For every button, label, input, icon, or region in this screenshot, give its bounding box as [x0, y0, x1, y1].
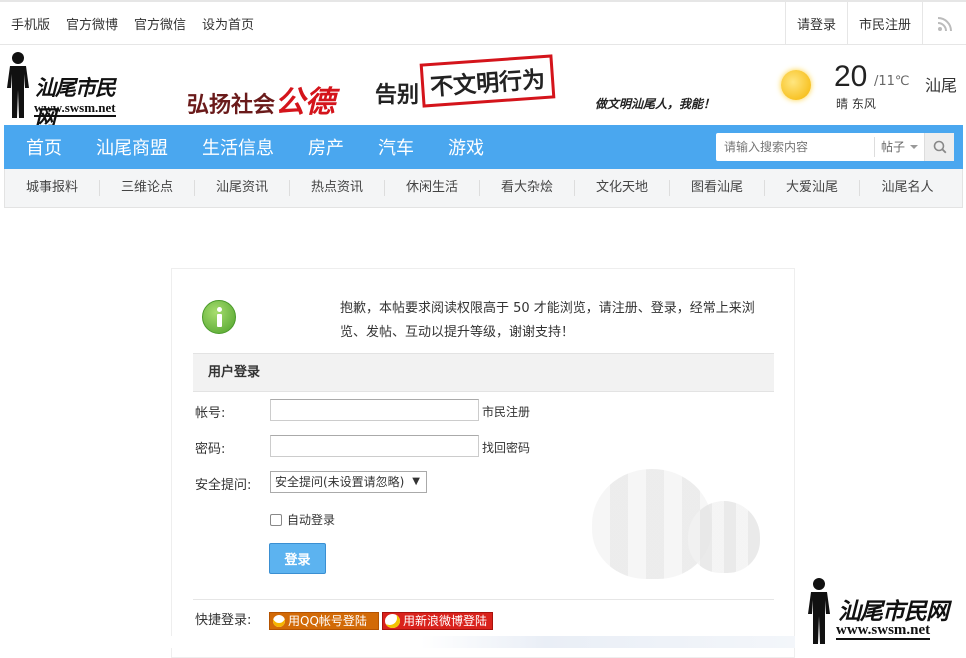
weibo-login-button[interactable]: 用新浪微博登陆	[382, 612, 493, 630]
watermark-text: 汕尾市民网	[838, 598, 949, 625]
subnav-item[interactable]: 三维论点	[100, 180, 195, 196]
auto-login-checkbox[interactable]	[270, 514, 282, 526]
info-icon	[202, 300, 236, 334]
top-bar: 手机版 官方微博 官方微信 设为首页 请登录 市民注册	[0, 0, 966, 45]
top-right: 请登录 市民注册	[784, 2, 966, 45]
banner-text-2: 告别	[375, 82, 420, 108]
watermark-url: www.swsm.net	[836, 622, 931, 640]
subnav-item[interactable]: 汕尾名人	[860, 180, 955, 196]
civility-banner: 弘扬社会公德 告别 不文明行为 做文明汕尾人，我能！	[185, 54, 745, 120]
nav-games[interactable]: 游戏	[448, 134, 484, 160]
weather-range: /11℃	[874, 74, 910, 89]
banner-slogan: 做文明汕尾人，我能！	[595, 97, 716, 111]
nav-life-info[interactable]: 生活信息	[202, 134, 274, 160]
watermark-logo: 汕尾市民网 www.swsm.net	[804, 576, 962, 644]
weather-temp: 20	[834, 60, 868, 93]
login-link[interactable]: 请登录	[784, 2, 847, 45]
dropdown-arrow-icon: ▼	[412, 476, 420, 487]
banner-stamp: 不文明行为	[419, 54, 556, 108]
quick-login-label: 快捷登录:	[195, 613, 252, 628]
set-homepage-link[interactable]: 设为首页	[202, 14, 254, 33]
header: 汕尾市民网 www.swsm.net 弘扬社会公德 告别 不文明行为 做文明汕尾…	[0, 45, 966, 130]
sub-nav: 城事报料 三维论点 汕尾资讯 热点资讯 休闲生活 看大杂烩 文化天地 图看汕尾 …	[4, 169, 963, 208]
footer-strip	[171, 636, 795, 648]
permission-panel: 抱歉，本帖要求阅读权限高于 50 才能浏览，请注册、登录，经常上来浏览、发帖、互…	[171, 268, 795, 658]
search-type-select[interactable]: 帖子	[874, 137, 924, 157]
search-input[interactable]	[716, 133, 874, 161]
qq-login-button[interactable]: 用QQ帐号登陆	[269, 612, 379, 630]
subnav-item[interactable]: 大爱汕尾	[765, 180, 860, 196]
man-figure-icon	[7, 52, 29, 118]
weibo-link[interactable]: 官方微博	[66, 14, 118, 33]
register-link[interactable]: 市民注册	[846, 2, 922, 45]
register-link[interactable]: 市民注册	[482, 403, 530, 420]
permission-message: 抱歉，本帖要求阅读权限高于 50 才能浏览，请注册、登录，经常上来浏览、发帖、互…	[340, 301, 755, 340]
weather-widget: 20 /11℃ 汕尾 晴 东风	[778, 57, 966, 117]
balloon-decoration	[688, 501, 760, 573]
search-box: 帖子	[716, 133, 954, 161]
password-input[interactable]	[270, 435, 479, 457]
site-logo[interactable]: 汕尾市民网 www.swsm.net	[3, 50, 133, 130]
nav-real-estate[interactable]: 房产	[308, 134, 344, 160]
subnav-item[interactable]: 热点资讯	[290, 180, 385, 196]
banner-text-1: 弘扬社会公德	[187, 85, 336, 120]
weather-city: 汕尾	[925, 76, 958, 95]
search-button[interactable]	[924, 133, 954, 161]
divider	[193, 599, 774, 600]
sun-icon	[781, 70, 811, 100]
search-icon	[933, 140, 946, 154]
account-label: 帐号:	[195, 406, 226, 421]
weather-desc: 晴 东风	[836, 97, 876, 111]
subnav-item[interactable]: 看大杂烩	[480, 180, 575, 196]
top-links: 手机版 官方微博 官方微信 设为首页	[11, 2, 270, 45]
nav-home[interactable]: 首页	[26, 134, 62, 160]
password-label: 密码:	[195, 442, 226, 457]
login-button[interactable]: 登录	[269, 543, 326, 574]
account-input[interactable]	[270, 399, 479, 421]
subnav-item[interactable]: 休闲生活	[385, 180, 480, 196]
man-figure-icon	[808, 578, 830, 644]
security-question-value: 安全提问(未设置请忽略)	[275, 475, 405, 489]
subnav-item[interactable]: 图看汕尾	[670, 180, 765, 196]
forgot-password-link[interactable]: 找回密码	[482, 439, 530, 456]
mobile-link[interactable]: 手机版	[11, 14, 50, 33]
subnav-item[interactable]: 汕尾资讯	[195, 180, 290, 196]
security-question-label: 安全提问:	[195, 478, 252, 493]
main-nav: 首页 汕尾商盟 生活信息 房产 汽车 游戏 帖子	[4, 125, 963, 169]
wechat-link[interactable]: 官方微信	[134, 14, 186, 33]
auto-login-label[interactable]: 自动登录	[287, 511, 335, 528]
login-title: 用户登录	[193, 353, 774, 392]
subnav-item[interactable]: 城事报料	[5, 180, 100, 196]
rss-icon[interactable]	[922, 2, 966, 45]
subnav-item[interactable]: 文化天地	[575, 180, 670, 196]
nav-shangmeng[interactable]: 汕尾商盟	[96, 134, 168, 160]
logo-url: www.swsm.net	[34, 100, 116, 117]
security-question-select[interactable]: 安全提问(未设置请忽略) ▼	[270, 471, 427, 493]
nav-auto[interactable]: 汽车	[378, 134, 414, 160]
